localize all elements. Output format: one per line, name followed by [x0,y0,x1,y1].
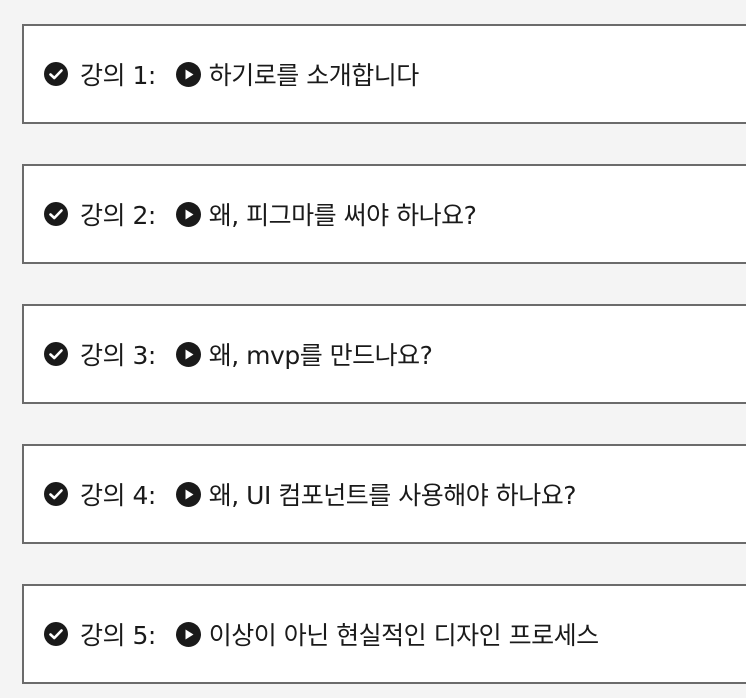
lecture-number-label: 강의 1: [80,61,156,90]
lecture-item-2[interactable]: 강의 2: 왜, 피그마를 써야 하나요? [22,164,746,264]
play-circle-icon[interactable] [175,621,201,647]
lecture-number-label: 강의 5: [80,621,156,650]
check-circle-icon [44,342,68,366]
lecture-item-5[interactable]: 강의 5: 이상이 아닌 현실적인 디자인 프로세스 [22,584,746,684]
lecture-title: 이상이 아닌 현실적인 디자인 프로세스 [208,621,599,650]
lecture-title: 왜, UI 컴포넌트를 사용해야 하나요? [208,481,577,510]
lecture-item-4[interactable]: 강의 4: 왜, UI 컴포넌트를 사용해야 하나요? [22,444,746,544]
check-circle-icon [44,622,68,646]
lecture-item-3[interactable]: 강의 3: 왜, mvp를 만드나요? [22,304,746,404]
check-circle-icon [44,202,68,226]
lecture-item-1[interactable]: 강의 1: 하기로를 소개합니다 [22,24,746,124]
check-circle-icon [44,482,68,506]
lecture-title: 왜, 피그마를 써야 하나요? [208,201,477,230]
lecture-number-label: 강의 3: [80,341,156,370]
play-circle-icon[interactable] [175,201,201,227]
lecture-title: 왜, mvp를 만드나요? [208,341,433,370]
play-circle-icon[interactable] [175,341,201,367]
check-circle-icon [44,62,68,86]
play-circle-icon[interactable] [175,61,201,87]
lecture-title: 하기로를 소개합니다 [208,61,419,90]
lecture-number-label: 강의 2: [80,201,156,230]
play-circle-icon[interactable] [175,481,201,507]
lecture-number-label: 강의 4: [80,481,156,510]
